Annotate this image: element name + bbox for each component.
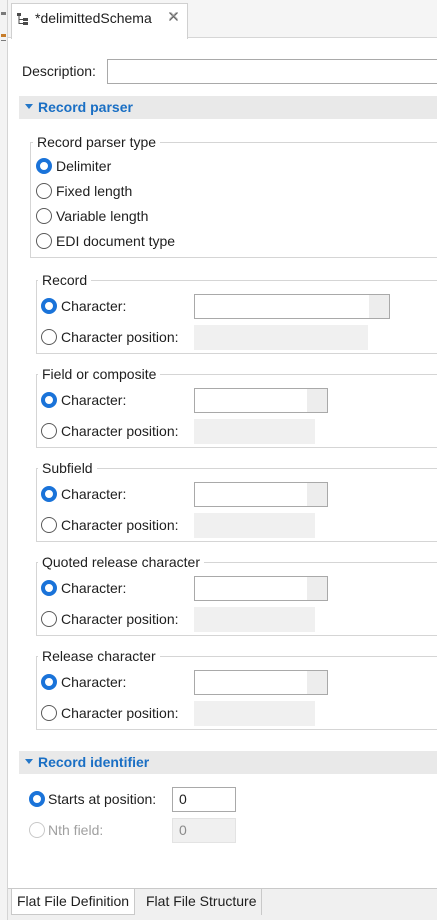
subfield-position-field[interactable]: [194, 513, 315, 538]
nth-field-radio[interactable]: [29, 822, 45, 838]
radio-label: Character:: [61, 674, 127, 690]
radio-label: Character:: [61, 486, 127, 502]
delimiter-radio[interactable]: [36, 158, 52, 174]
editor-tab-title: *delimittedSchema: [35, 10, 152, 26]
group-title: Quoted release character: [38, 554, 204, 570]
radio-label: Character:: [61, 298, 127, 314]
quoted-release-character-field[interactable]: [194, 576, 328, 601]
dropdown-button[interactable]: [307, 577, 327, 600]
starts-at-position-input[interactable]: 0: [172, 787, 236, 812]
section-title: Record parser: [38, 99, 133, 115]
field-position-radio[interactable]: [41, 423, 57, 439]
record-character-field[interactable]: [194, 294, 390, 319]
quoted-release-character-radio[interactable]: [41, 580, 57, 596]
radio-label: Character position:: [61, 329, 179, 345]
quoted-release-position-field[interactable]: [194, 607, 315, 632]
record-identifier-section-header[interactable]: Record identifier: [19, 751, 437, 774]
radio-label: Variable length: [56, 208, 149, 224]
radio-label: EDI document type: [56, 233, 176, 249]
description-input[interactable]: [107, 59, 437, 84]
dropdown-button[interactable]: [307, 389, 327, 412]
dropdown-button[interactable]: [369, 295, 389, 318]
section-title: Record identifier: [38, 754, 150, 770]
description-label: Description:: [22, 63, 96, 79]
left-view-strip: [0, 0, 8, 920]
group-title: Record parser type: [33, 134, 161, 150]
group-title: Release character: [38, 648, 160, 664]
dropdown-button[interactable]: [307, 671, 327, 694]
release-character-field[interactable]: [194, 670, 328, 695]
tab-flat-file-definition[interactable]: Flat File Definition: [11, 889, 136, 915]
schema-tree-icon: [16, 12, 30, 26]
radio-label: Nth field:: [48, 822, 104, 838]
variable-length-radio[interactable]: [36, 208, 52, 224]
radio-label: Starts at position:: [48, 791, 157, 807]
radio-label: Character position:: [61, 705, 179, 721]
subfield-character-radio[interactable]: [41, 486, 57, 502]
radio-label: Character position:: [61, 611, 179, 627]
field-position-field[interactable]: [194, 419, 315, 444]
fixed-length-radio[interactable]: [36, 183, 52, 199]
subfield-position-radio[interactable]: [41, 517, 57, 533]
field-character-radio[interactable]: [41, 392, 57, 408]
close-icon[interactable]: [168, 10, 179, 26]
chevron-down-icon[interactable]: [25, 759, 33, 764]
record-parser-section-header[interactable]: Record parser: [19, 96, 437, 119]
subfield-character-field[interactable]: [194, 482, 328, 507]
quoted-release-position-radio[interactable]: [41, 611, 57, 627]
strip-mark: [1, 40, 6, 41]
radio-label: Character position:: [61, 423, 179, 439]
record-position-field[interactable]: [194, 325, 368, 350]
field-character-field[interactable]: [194, 388, 328, 413]
record-position-radio[interactable]: [41, 329, 57, 345]
radio-label: Delimiter: [56, 158, 112, 174]
group-title: Field or composite: [38, 366, 161, 382]
record-character-radio[interactable]: [41, 298, 57, 314]
chevron-down-icon[interactable]: [25, 104, 33, 109]
edi-document-type-radio[interactable]: [36, 233, 52, 249]
radio-label: Character position:: [61, 517, 179, 533]
nth-field-input[interactable]: 0: [172, 818, 236, 843]
strip-mark: [1, 12, 6, 15]
tab-flat-file-structure[interactable]: Flat File Structure: [141, 889, 263, 915]
radio-label: Character:: [61, 580, 127, 596]
release-position-radio[interactable]: [41, 705, 57, 721]
radio-label: Character:: [61, 392, 127, 408]
radio-label: Fixed length: [56, 183, 133, 199]
dropdown-button[interactable]: [307, 483, 327, 506]
group-title: Subfield: [38, 460, 97, 476]
release-position-field[interactable]: [194, 701, 315, 726]
release-character-radio[interactable]: [41, 674, 57, 690]
starts-at-position-radio[interactable]: [29, 791, 45, 807]
group-title: Record: [38, 272, 92, 288]
strip-mark: [1, 34, 6, 37]
